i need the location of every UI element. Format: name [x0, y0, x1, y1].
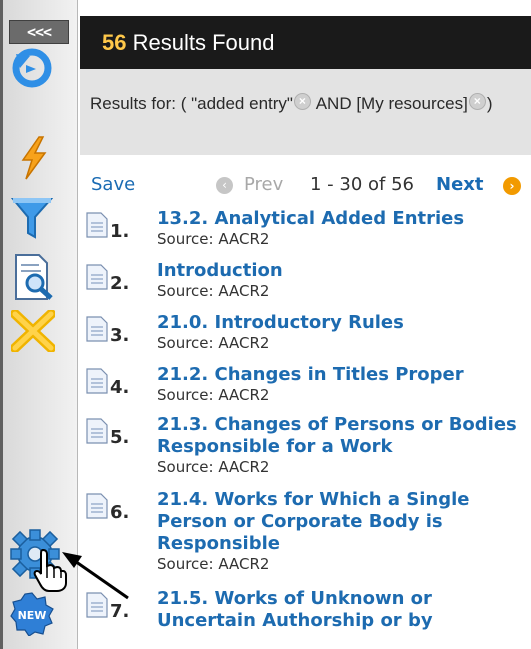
result-range: 1 - 30 of 56 [310, 174, 414, 195]
results-found-label: Results Found [126, 30, 275, 55]
result-number: 6. [110, 502, 130, 523]
result-source: Source: AACR2 [157, 458, 270, 476]
prev-arrow-icon: ‹ [216, 177, 233, 194]
remove-term-icon[interactable]: × [293, 93, 311, 110]
clear-icon[interactable] [11, 310, 55, 352]
results-count: 56 [102, 30, 127, 55]
document-icon [86, 493, 108, 519]
result-source: Source: AACR2 [157, 230, 270, 248]
result-source: Source: AACR2 [157, 555, 270, 573]
result-number: 2. [110, 273, 130, 294]
document-icon [86, 212, 108, 238]
query-prefix: Results for: ( "added entry" [90, 94, 293, 113]
results-list: 1. 13.2. Analytical Added Entries Source… [80, 208, 531, 636]
result-item: 5. 21.3. Changes of Persons or Bodies Re… [80, 414, 531, 489]
pagination-bar: Save ‹ Prev 1 - 30 of 56 Next › [80, 170, 531, 200]
result-number: 7. [110, 601, 130, 622]
result-number: 4. [110, 377, 130, 398]
refresh-icon[interactable] [12, 48, 52, 88]
next-link[interactable]: Next [436, 174, 484, 195]
query-summary: Results for: ( "added entry" × AND [My re… [80, 69, 531, 155]
document-icon [86, 592, 108, 618]
collapse-toolbar-button[interactable]: <<< [9, 20, 69, 44]
result-item: 7. 21.5. Works of Unknown or Uncertain A… [80, 588, 531, 636]
result-title[interactable]: 13.2. Analytical Added Entries [157, 208, 531, 230]
new-badge-label: NEW [18, 609, 47, 622]
result-source: Source: AACR2 [157, 386, 270, 404]
document-icon [86, 368, 108, 394]
document-icon [86, 418, 108, 444]
result-item: 3. 21.0. Introductory Rules Source: AACR… [80, 312, 531, 364]
prev-link: Prev [244, 174, 284, 195]
next-arrow-icon[interactable]: › [503, 177, 521, 195]
document-icon [86, 316, 108, 342]
result-item: 4. 21.2. Changes in Titles Proper Source… [80, 364, 531, 414]
result-number: 3. [110, 325, 130, 346]
result-item: 6. 21.4. Works for Which a Single Person… [80, 489, 531, 588]
document-icon [86, 264, 108, 290]
result-item: 2. Introduction Source: AACR2 [80, 260, 531, 312]
query-suffix: ) [486, 94, 493, 113]
result-number: 5. [110, 427, 130, 448]
result-title[interactable]: Introduction [157, 260, 531, 282]
hand-cursor-icon [33, 548, 67, 592]
result-source: Source: AACR2 [157, 282, 270, 300]
result-item: 1. 13.2. Analytical Added Entries Source… [80, 208, 531, 260]
query-operator: AND [My resources] [311, 94, 468, 113]
result-title[interactable]: 21.0. Introductory Rules [157, 312, 531, 334]
filter-icon[interactable] [11, 196, 53, 240]
result-number: 1. [110, 221, 130, 242]
result-title[interactable]: 21.3. Changes of Persons or Bodies Respo… [157, 414, 531, 458]
search-document-icon[interactable] [13, 253, 55, 301]
left-toolbar: <<< NEW [0, 0, 78, 649]
result-title[interactable]: 21.2. Changes in Titles Proper [157, 364, 531, 386]
lightning-icon[interactable] [17, 136, 51, 180]
new-badge-icon[interactable]: NEW [10, 592, 54, 636]
save-link[interactable]: Save [91, 174, 135, 195]
result-title[interactable]: 21.5. Works of Unknown or Uncertain Auth… [157, 588, 531, 632]
result-source: Source: AACR2 [157, 334, 270, 352]
result-title[interactable]: 21.4. Works for Which a Single Person or… [157, 489, 531, 555]
remove-resource-icon[interactable]: × [468, 93, 486, 110]
results-header: 56 Results Found [80, 16, 531, 69]
